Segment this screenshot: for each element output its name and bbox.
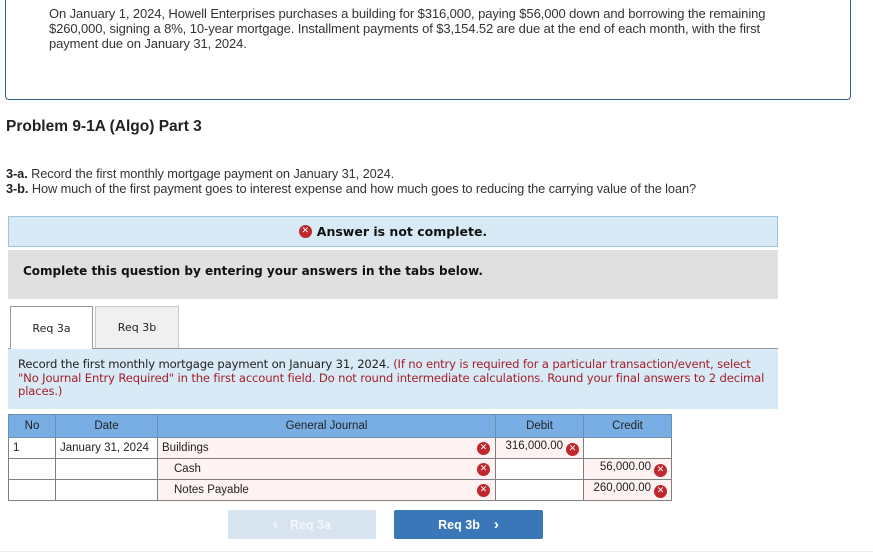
tab-req-3b-label: Req 3b (117, 321, 157, 334)
previous-req-button[interactable]: ‹ Req 3a (228, 510, 376, 539)
complete-prompt-text: Complete this question by entering your … (23, 264, 483, 278)
problem-title: Problem 9-1A (Algo) Part 3 (6, 118, 202, 135)
instructions-main-text: Record the first monthly mortgage paymen… (18, 357, 394, 371)
incorrect-x-icon: ✕ (477, 463, 490, 476)
previous-req-label: Req 3a (290, 517, 331, 532)
requirement-3b-label: 3-b. (6, 181, 29, 196)
account-field[interactable]: Buildings ✕ (157, 437, 496, 459)
journal-row: Cash ✕ 56,000.00 ✕ (8, 458, 672, 480)
credit-field[interactable]: 260,000.00 ✕ (583, 479, 672, 501)
row-date[interactable]: January 31, 2024 (55, 437, 158, 459)
incorrect-x-icon: ✕ (477, 484, 490, 497)
tab-instructions: Record the first monthly mortgage paymen… (8, 349, 778, 409)
journal-row: Notes Payable ✕ 260,000.00 ✕ (8, 479, 672, 501)
credit-field[interactable] (583, 437, 672, 459)
row-no: 1 (8, 437, 56, 459)
requirement-3a: 3-a. Record the first monthly mortgage p… (6, 166, 394, 181)
row-date[interactable] (55, 479, 158, 501)
problem-intro-text: On January 1, 2024, Howell Enterprises p… (49, 6, 766, 51)
header-credit: Credit (583, 414, 672, 438)
tab-req-3a[interactable]: Req 3a (10, 306, 93, 349)
instructions-banner: Complete this question by entering your … (8, 250, 778, 299)
next-req-button[interactable]: Req 3b › (394, 510, 543, 539)
account-field[interactable]: Cash ✕ (157, 458, 496, 480)
header-date: Date (55, 414, 158, 438)
account-field[interactable]: Notes Payable ✕ (157, 479, 496, 501)
debit-field[interactable] (495, 479, 584, 501)
incorrect-x-icon: ✕ (477, 442, 490, 455)
credit-value: 260,000.00 (593, 482, 651, 494)
header-no: No (8, 414, 56, 438)
credit-field[interactable]: 56,000.00 ✕ (583, 458, 672, 480)
account-name: Cash (174, 463, 201, 475)
requirement-3a-label: 3-a. (6, 166, 28, 181)
tab-req-3b[interactable]: Req 3b (95, 306, 179, 348)
journal-header-row: No Date General Journal Debit Credit (8, 414, 672, 438)
problem-intro-box: On January 1, 2024, Howell Enterprises p… (5, 0, 851, 100)
journal-row: 1 January 31, 2024 Buildings ✕ 316,000.0… (8, 437, 672, 459)
bottom-divider (0, 551, 873, 552)
incorrect-x-icon: ✕ (654, 464, 667, 477)
account-name: Buildings (162, 442, 209, 454)
general-journal-table: No Date General Journal Debit Credit 1 J… (8, 414, 672, 501)
row-date[interactable] (55, 458, 158, 480)
incorrect-x-icon: ✕ (654, 485, 667, 498)
header-debit: Debit (495, 414, 584, 438)
answer-status-banner: ✕ Answer is not complete. (8, 216, 778, 247)
chevron-right-icon: › (493, 516, 499, 533)
credit-value: 56,000.00 (599, 461, 651, 473)
chevron-left-icon: ‹ (273, 516, 278, 533)
error-x-icon: ✕ (298, 225, 312, 238)
account-name: Notes Payable (174, 484, 249, 496)
tab-req-3a-label: Req 3a (32, 321, 71, 335)
requirement-3b-text: How much of the first payment goes to in… (28, 181, 696, 196)
debit-field[interactable] (495, 458, 584, 480)
next-req-label: Req 3b (438, 517, 480, 532)
answer-status-text: Answer is not complete. (316, 224, 488, 239)
debit-field[interactable]: 316,000.00 ✕ (495, 437, 584, 459)
debit-value: 316,000.00 (505, 440, 563, 452)
requirement-3a-text: Record the first monthly mortgage paymen… (27, 166, 395, 181)
incorrect-x-icon: ✕ (566, 443, 579, 456)
header-general-journal: General Journal (157, 414, 496, 438)
row-no (8, 479, 56, 501)
requirement-3b: 3-b. How much of the first payment goes … (6, 181, 696, 196)
row-no (8, 458, 56, 480)
